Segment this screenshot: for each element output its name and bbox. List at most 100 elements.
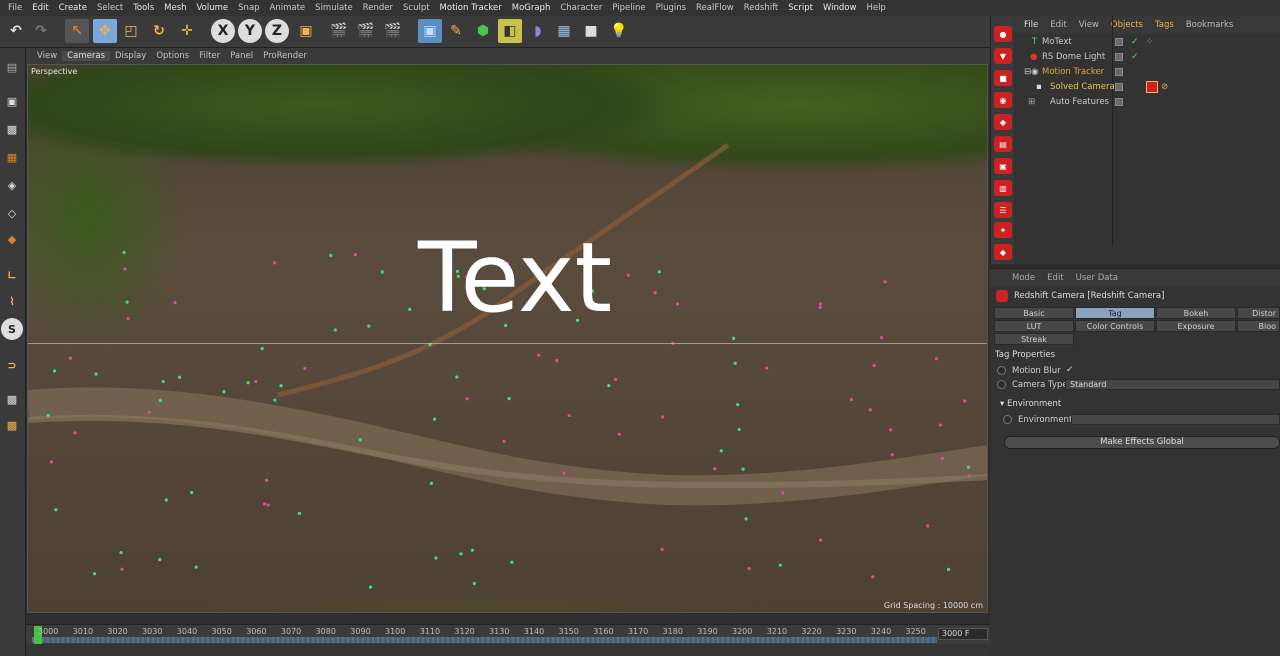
menu-render[interactable]: Render [358,3,398,13]
redshift-proxy-icon[interactable]: ◆ [994,114,1012,130]
make-editable-icon[interactable]: ▤ [1,56,23,78]
workplane-icon[interactable]: ▦ [1,146,23,168]
deformer-icon[interactable]: ◗ [526,19,550,43]
menu-file[interactable]: File [3,3,27,13]
viewport-menu-display[interactable]: Display [110,51,151,61]
viewport-menu-prorender[interactable]: ProRender [258,51,312,61]
floor-icon[interactable]: ▦ [552,19,576,43]
light-icon[interactable]: 💡 [607,19,631,43]
menu-redshift[interactable]: Redshift [739,3,784,13]
tab-exposure[interactable]: Exposure [1156,320,1236,332]
layer-flag[interactable] [1115,37,1123,46]
snapping-icon[interactable]: S [1,318,23,340]
viewport-menu-cameras[interactable]: Cameras [62,51,110,61]
make-effects-global-button[interactable]: Make Effects Global [1004,436,1280,449]
z-axis-icon[interactable]: Z [265,19,289,43]
mograph-tag-icon[interactable]: ⁘ [1146,37,1153,47]
select-arrow-icon[interactable]: ↖ [65,19,89,43]
menu-snap[interactable]: Snap [233,3,264,13]
layer-flag[interactable] [1115,82,1123,91]
tab-color-controls[interactable]: Color Controls [1075,320,1155,332]
protection-tag-icon[interactable]: ⊘ [1161,82,1168,92]
redo-icon[interactable]: ↷ [29,19,53,43]
coordinate-system-icon[interactable]: ▣ [294,19,318,43]
menu-animate[interactable]: Animate [265,3,311,13]
object-row-motext[interactable]: T MoText ✓ ⁘ [1014,34,1280,49]
expand-icon[interactable]: ⊞ [1028,97,1035,107]
render-view-icon[interactable]: 🎬 [327,19,351,43]
viewport-menu-filter[interactable]: Filter [194,51,225,61]
object-row-motion-tracker[interactable]: ⊟◉ Motion Tracker [1014,64,1280,79]
camera-type-radio[interactable] [997,380,1006,389]
undo-icon[interactable]: ↶ [4,19,28,43]
tab-lut[interactable]: LUT [994,320,1074,332]
redshift-environment-icon[interactable]: ☰ [994,202,1012,218]
x-axis-icon[interactable]: X [211,19,235,43]
points-mode-icon[interactable]: ◈ [1,174,23,196]
environment-link-field[interactable] [1071,414,1280,425]
enabled-check-icon[interactable]: ✓ [1131,37,1139,47]
array-icon[interactable]: ◧ [498,19,522,43]
lock-workplane-icon[interactable]: ▩ [1,388,23,410]
environment-radio[interactable] [1003,415,1012,424]
redshift-material-icon[interactable]: ▤ [994,136,1012,152]
redshift-dome-icon[interactable]: ◉ [994,92,1012,108]
redshift-sun-icon[interactable]: ✦ [994,222,1012,238]
menu-script[interactable]: Script [783,3,818,13]
layer-flag[interactable] [1115,97,1123,106]
menu-character[interactable]: Character [555,3,607,13]
render-picture-viewer-icon[interactable]: 🎬 [354,19,378,43]
redshift-icon[interactable]: ● [994,26,1012,42]
menu-plugins[interactable]: Plugins [651,3,691,13]
tab-basic[interactable]: Basic [994,307,1074,319]
cube-icon[interactable]: ▣ [418,19,442,43]
motion-blur-checkbox[interactable]: ✓ [1066,365,1074,375]
object-menu-view[interactable]: View [1073,20,1105,30]
rotate-icon[interactable]: ↻ [147,19,171,43]
layer-flag[interactable] [1115,67,1123,76]
redshift-tag-icon[interactable]: ◆ [994,244,1012,260]
object-row-solved-camera[interactable]: ▪ Solved Camera ⊘ [1014,79,1280,94]
magnet-icon[interactable]: ⊃ [1,354,23,376]
tab-streak[interactable]: Streak [994,333,1074,345]
viewport-menu-options[interactable]: Options [151,51,194,61]
tab-distortion[interactable]: Distor [1237,307,1280,319]
object-row-auto-features[interactable]: ⊞ Auto Features [1014,94,1280,109]
layer-flag[interactable] [1115,52,1123,61]
enabled-check-icon[interactable]: ✓ [1131,52,1139,62]
tab-bloom[interactable]: Bloo [1237,320,1280,332]
menu-motion-tracker[interactable]: Motion Tracker [435,3,507,13]
object-row-rs-dome-light[interactable]: ● RS Dome Light ✓ [1014,49,1280,64]
perspective-viewport[interactable]: Perspective Text Grid Spacing : 10000 cm [27,64,988,613]
object-menu-tags[interactable]: Tags [1149,20,1180,30]
motion-blur-radio[interactable] [997,366,1006,375]
redshift-volume-icon[interactable]: ▥ [994,180,1012,196]
menu-help[interactable]: Help [861,3,890,13]
menu-mesh[interactable]: Mesh [159,3,191,13]
menu-select[interactable]: Select [92,3,128,13]
menu-simulate[interactable]: Simulate [310,3,358,13]
polygons-mode-icon[interactable]: ◆ [1,228,23,250]
timeline-ruler[interactable]: 3000 3010 3020 3030 3040 3050 3060 3070 3080 3090… [26,624,990,644]
menu-realflow[interactable]: RealFlow [691,3,739,13]
menu-sculpt[interactable]: Sculpt [398,3,435,13]
scale-icon[interactable]: ◰ [119,19,143,43]
move-icon[interactable]: ✥ [93,19,117,43]
model-mode-icon[interactable]: ▣ [1,90,23,112]
menu-window[interactable]: Window [818,3,862,13]
viewport-menu-view[interactable]: View [32,51,62,61]
menu-mograph[interactable]: MoGraph [507,3,556,13]
redshift-camera-icon[interactable]: ■ [994,70,1012,86]
menu-pipeline[interactable]: Pipeline [607,3,650,13]
subdivision-icon[interactable]: ⬢ [471,19,495,43]
menu-edit[interactable]: Edit [27,3,53,13]
planar-workplane-icon[interactable]: ▩ [1,414,23,436]
menu-create[interactable]: Create [54,3,92,13]
pen-icon[interactable]: ✎ [444,19,468,43]
object-menu-file[interactable]: File [1018,20,1044,30]
end-frame-field[interactable]: 3000 F [938,628,988,640]
timeline-track[interactable] [32,637,937,643]
render-settings-icon[interactable]: 🎬 [381,19,405,43]
object-menu-bookmarks[interactable]: Bookmarks [1180,20,1240,30]
menu-tools[interactable]: Tools [128,3,159,13]
